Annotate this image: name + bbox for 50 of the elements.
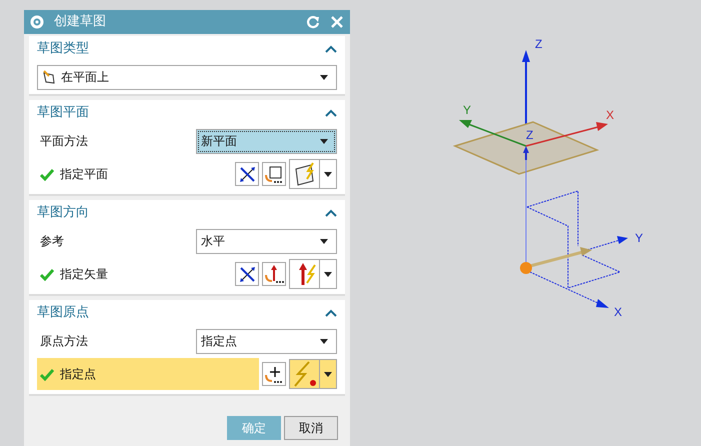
collapse-icon[interactable] <box>325 309 337 317</box>
caret-icon <box>320 74 328 80</box>
y-axis-arrow <box>459 120 526 147</box>
caret-icon <box>324 272 332 276</box>
close-icon[interactable] <box>330 15 344 29</box>
collapse-icon[interactable] <box>325 109 337 117</box>
gear-icon <box>30 15 44 29</box>
sketch-plane-icon <box>42 70 56 84</box>
dropdown[interactable]: 水平 <box>196 228 337 254</box>
collapse-icon[interactable] <box>325 209 337 217</box>
axis-label: Z <box>535 37 542 51</box>
split-tool-button[interactable] <box>289 259 337 289</box>
section-title: 草图原点 <box>37 305 89 321</box>
caret-icon <box>324 172 332 176</box>
dropdown[interactable]: 在平面上 <box>37 64 337 90</box>
field-label: 平面方法 <box>39 134 89 148</box>
direction-arrow <box>530 247 592 268</box>
plane-lightning-icon <box>292 161 316 187</box>
axis-label: Y <box>463 103 472 117</box>
axis-label: Y <box>635 231 644 245</box>
point-lightning-icon <box>292 361 316 387</box>
caret-icon <box>320 338 328 344</box>
inferred-tool-button[interactable] <box>262 162 286 186</box>
dropdown[interactable]: 新平面 <box>196 128 337 154</box>
collapse-icon[interactable] <box>325 45 337 53</box>
normal-arrow <box>523 146 529 160</box>
section-title: 草图类型 <box>37 41 89 57</box>
caret-icon <box>320 238 328 244</box>
axis-label: X <box>606 108 614 122</box>
window-title: 创建草图 <box>54 14 106 30</box>
section-title: 草图平面 <box>37 105 89 121</box>
reverse-direction-button[interactable] <box>235 262 259 286</box>
cancel-button[interactable]: 取消 <box>284 416 338 440</box>
axis-label: X <box>614 305 622 319</box>
field-label: 参考 <box>39 234 65 248</box>
action-label: 指定矢量 <box>60 266 108 282</box>
action-label: 指定点 <box>60 366 96 382</box>
action-label: 指定平面 <box>60 166 108 182</box>
split-tool-button[interactable] <box>289 159 337 189</box>
inferred-tool-button[interactable] <box>262 362 286 386</box>
section-title: 草图方向 <box>37 205 89 221</box>
reverse-direction-button[interactable] <box>235 162 259 186</box>
reset-icon[interactable] <box>306 15 320 29</box>
field-label: 原点方法 <box>39 334 89 348</box>
caret-icon <box>324 372 332 376</box>
origin-point <box>520 262 532 274</box>
inferred-tool-button[interactable] <box>262 262 286 286</box>
dropdown[interactable]: 指定点 <box>196 328 337 354</box>
caret-icon <box>320 138 328 144</box>
axis-label: Z <box>526 128 534 142</box>
